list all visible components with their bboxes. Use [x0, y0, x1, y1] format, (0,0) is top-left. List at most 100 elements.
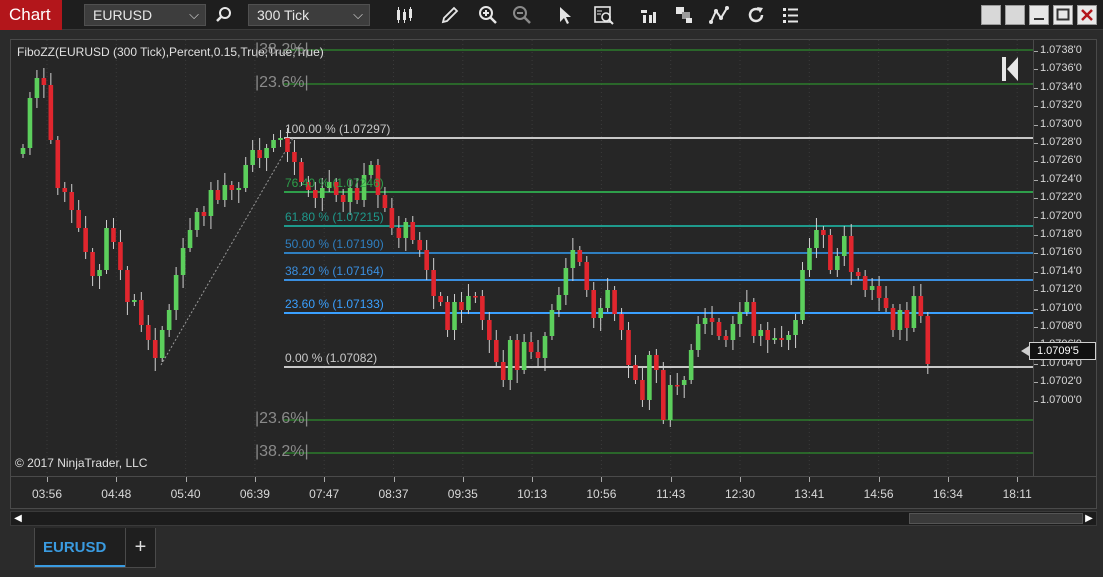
- candle-down: [69, 192, 75, 210]
- price-tick-mark: [1034, 382, 1038, 384]
- price-tick-mark: [1034, 363, 1038, 365]
- candle-up: [667, 385, 673, 420]
- interval-selector[interactable]: 300 Tick ⌵: [248, 4, 370, 26]
- price-axis[interactable]: 1.0738'0 1.0736'0 1.0734'0 1.0732'0 1.0730'0…: [1033, 39, 1097, 477]
- candle-down: [215, 190, 221, 200]
- candle-down: [473, 296, 478, 298]
- candle-up: [605, 290, 610, 308]
- price-tick-mark: [1034, 51, 1038, 52]
- candle-up: [507, 340, 513, 380]
- candle-up: [702, 318, 708, 324]
- candle-up: [563, 268, 569, 295]
- candle-up: [187, 230, 193, 248]
- add-tab-button[interactable]: +: [126, 528, 156, 568]
- candle-down: [612, 290, 617, 314]
- fib-level-label: 61.80 % (1.07215): [285, 210, 384, 224]
- candle-up: [737, 312, 743, 324]
- candle-up: [452, 302, 457, 330]
- price-tick-mark: [1034, 235, 1038, 236]
- bar-type-icon[interactable]: [392, 3, 416, 27]
- price-tick-mark: [1034, 271, 1038, 273]
- candle-down: [674, 385, 680, 387]
- candle-down: [862, 276, 868, 290]
- close-button[interactable]: [1077, 5, 1097, 25]
- time-tick-label: 11:43: [656, 487, 686, 501]
- time-tick-mark: [462, 477, 464, 482]
- candle-up: [264, 148, 269, 158]
- candle-down: [535, 352, 541, 358]
- candle-down: [493, 340, 499, 362]
- candle-down: [410, 222, 416, 240]
- candle-down: [145, 325, 151, 340]
- candle-down: [723, 336, 729, 340]
- minimize-button[interactable]: [1029, 5, 1049, 25]
- data-box-icon[interactable]: [592, 3, 616, 27]
- candle-up: [159, 330, 165, 358]
- pointer-icon[interactable]: [553, 3, 577, 27]
- candle-up: [180, 248, 186, 275]
- price-tick-label: 1.0710'0: [1040, 301, 1082, 314]
- price-tick-label: 1.0724'0: [1040, 172, 1082, 185]
- candle-up: [132, 300, 137, 302]
- candle-up: [271, 140, 276, 148]
- candle-up: [681, 380, 687, 385]
- draw-pencil-icon[interactable]: [438, 3, 462, 27]
- scroll-left-arrow-icon[interactable]: ◀: [11, 512, 25, 525]
- chart-canvas[interactable]: [11, 40, 1034, 478]
- reload-icon[interactable]: [744, 3, 768, 27]
- candle-down: [445, 302, 450, 330]
- time-tick-label: 04:48: [101, 487, 132, 501]
- price-tick-label: 1.0732'0: [1040, 99, 1082, 112]
- collapse-panel-icon[interactable]: [999, 54, 1021, 84]
- candle-down: [389, 208, 395, 228]
- price-tick-mark: [1034, 69, 1038, 71]
- time-tick-label: 09:35: [447, 487, 478, 501]
- instrument-value: EURUSD: [93, 7, 153, 23]
- instrument-bars-icon[interactable]: [636, 3, 660, 27]
- strategies-icon[interactable]: [672, 3, 696, 27]
- candle-up: [549, 310, 555, 336]
- search-icon[interactable]: [212, 3, 236, 27]
- properties-icon[interactable]: [778, 3, 802, 27]
- candle-up: [194, 212, 200, 230]
- time-tick-label: 03:56: [31, 487, 63, 501]
- zoom-in-icon[interactable]: [476, 3, 500, 27]
- time-axis[interactable]: 03:56 04:48 05:40 06:39 07:47 08:37 09:35 10:13…: [10, 477, 1097, 509]
- candle-down: [487, 320, 492, 340]
- fib-level-label: 38.20 % (1.07164): [285, 264, 384, 278]
- horizontal-scrollbar[interactable]: ◀ ▶: [10, 511, 1097, 526]
- price-tick-label: 1.0702'0: [1040, 375, 1082, 388]
- fib-level-label: 100.00 % (1.07297): [285, 122, 391, 136]
- candle-down: [382, 195, 388, 208]
- candle-down: [90, 252, 95, 276]
- candle-up: [243, 165, 249, 188]
- price-chart[interactable]: FiboZZ(EURUSD (300 Tick),Percent,0.15,Tr…: [10, 39, 1034, 478]
- active-tab-indicator: [35, 565, 125, 567]
- tile-button-2[interactable]: [1005, 5, 1025, 25]
- scroll-thumb[interactable]: [909, 513, 1083, 524]
- time-tick-label: 07:47: [309, 487, 340, 501]
- zoom-out-icon[interactable]: [510, 3, 534, 27]
- time-tick-mark: [324, 477, 326, 482]
- time-tick-label: 10:13: [517, 487, 548, 501]
- candle-up: [647, 355, 652, 400]
- candle-up: [807, 248, 812, 270]
- instrument-selector[interactable]: EURUSD ⌵: [84, 4, 206, 26]
- tab-eurusd[interactable]: EURUSD: [34, 528, 126, 568]
- tile-button[interactable]: [981, 5, 1001, 25]
- current-price-marker: 1.0709'5: [1021, 342, 1096, 360]
- candle-down: [619, 314, 624, 330]
- candle-up: [772, 338, 777, 340]
- candle-up: [835, 256, 840, 270]
- maximize-button[interactable]: [1053, 5, 1073, 25]
- candle-up: [786, 335, 791, 340]
- candle-down: [716, 322, 722, 336]
- scroll-right-arrow-icon[interactable]: ▶: [1082, 512, 1096, 525]
- time-tick-label: 08:37: [378, 487, 409, 501]
- candle-down: [257, 150, 262, 158]
- candle-down: [459, 302, 464, 310]
- candle-down: [855, 272, 861, 276]
- time-tick-mark: [254, 477, 256, 482]
- indicators-icon[interactable]: [708, 3, 732, 27]
- price-tick-mark: [1034, 87, 1038, 89]
